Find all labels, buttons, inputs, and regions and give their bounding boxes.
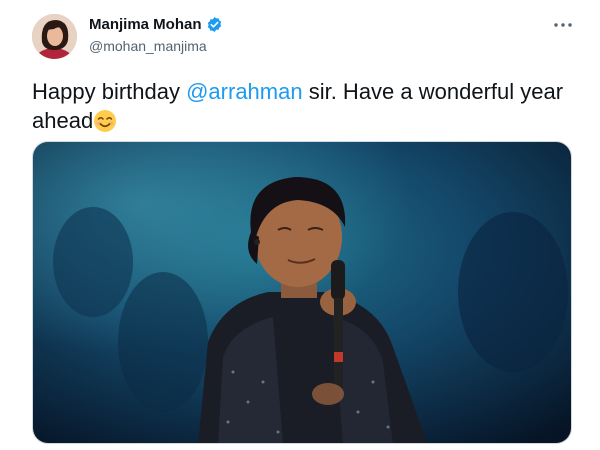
author-name-row[interactable]: Manjima Mohan bbox=[89, 16, 223, 33]
verified-badge-icon bbox=[206, 16, 223, 33]
tweet-media-photo[interactable] bbox=[32, 141, 572, 444]
author-display-name[interactable]: Manjima Mohan bbox=[89, 16, 202, 33]
more-horizontal-icon[interactable] bbox=[548, 14, 578, 36]
author-handle[interactable]: @mohan_manjima bbox=[89, 38, 207, 54]
mention-link[interactable]: @arrahman bbox=[186, 79, 303, 104]
tweet-text-before: Happy birthday bbox=[32, 79, 187, 104]
tweet-card[interactable]: Manjima Mohan @mohan_manjima Happy birth… bbox=[0, 0, 600, 450]
avatar[interactable] bbox=[32, 14, 77, 59]
tweet-text: Happy birthday @arrahman sir. Have a won… bbox=[32, 77, 572, 135]
smiling-face-emoji-icon bbox=[93, 109, 117, 133]
